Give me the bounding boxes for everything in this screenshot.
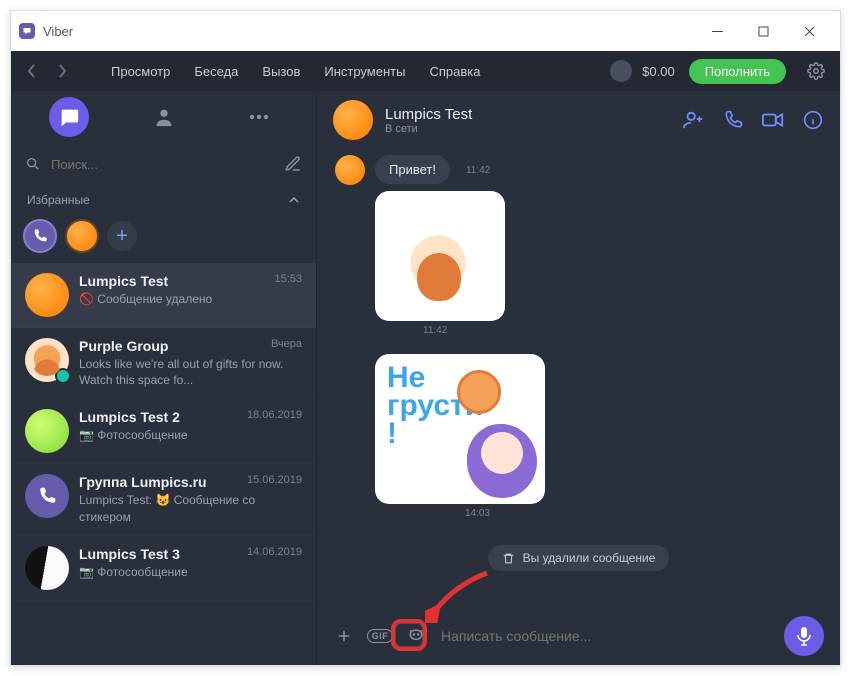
chat-title: Lumpics Test [385,106,670,123]
chat-item-name: Lumpics Test 2 [79,409,180,425]
window-maximize-button[interactable] [740,11,786,51]
chat-header: Lumpics Test В сети [317,91,840,149]
chat-item-avatar [25,273,69,317]
video-call-button[interactable] [762,109,784,131]
chat-info-button[interactable] [802,109,824,131]
chat-header-avatar[interactable] [333,100,373,140]
app-window: Viber Просмотр Беседа Вызов Инструменты … [10,10,841,666]
message-input[interactable] [441,628,770,644]
chat-item-time: Вчера [271,338,302,354]
chat-item-name: Группа Lumpics.ru [79,474,207,490]
sidebar: Избранные + Lumpics Test 15:53 🚫 Сообщение… [11,91,316,665]
topup-button[interactable]: Пополнить [689,59,786,84]
chat-list-item[interactable]: Lumpics Test 15:53 🚫 Сообщение удалено [11,263,316,328]
chat-list-item[interactable]: Purple Group Вчера Looks like we're all ou… [11,328,316,399]
chat-item-time: 18.06.2019 [247,409,302,425]
sticker-cat-wave[interactable] [375,191,505,321]
menu-chat[interactable]: Беседа [184,58,248,85]
nav-back-button[interactable] [19,58,45,84]
chat-list: Lumpics Test 15:53 🚫 Сообщение удалено Purp… [11,263,316,665]
chat-item-name: Lumpics Test [79,273,168,289]
sticker-time: 11:42 [423,325,822,336]
chat-item-avatar [25,546,69,590]
chat-list-item[interactable]: Lumpics Test 2 18.06.2019 📷 Фотосообщение [11,399,316,464]
settings-button[interactable] [800,55,832,87]
chat-item-avatar [25,409,69,453]
bot-badge-icon [55,368,71,384]
profile-avatar[interactable] [610,60,632,82]
chat-status: В сети [385,123,670,135]
menu-tools[interactable]: Инструменты [314,58,415,85]
chat-item-name: Purple Group [79,338,168,354]
message-row: Привет! 11:42 [335,155,822,185]
menu-view[interactable]: Просмотр [101,58,180,85]
balance-label: $0.00 [642,64,675,79]
chat-item-preview: Lumpics Test: 😺 Сообщение со стикером [79,492,302,524]
sticker-button[interactable] [405,625,427,647]
compose-button[interactable] [284,155,302,173]
menubar: Просмотр Беседа Вызов Инструменты Справк… [11,51,840,91]
favorite-add-button[interactable]: + [107,221,137,251]
chat-pane: Lumpics Test В сети Привет! 11:42 [316,91,840,665]
search-input[interactable] [51,157,274,172]
chat-item-preview: 📷 Фотосообщение [79,564,302,580]
tab-chats[interactable] [49,97,89,137]
gif-button[interactable]: GIF [369,625,391,647]
favorite-lumpics[interactable] [65,219,99,253]
message-time: 11:42 [466,165,490,176]
sticker-time: 14:03 [465,508,822,519]
window-minimize-button[interactable] [694,11,740,51]
chat-item-preview: 📷 Фотосообщение [79,427,302,443]
composer: GIF [317,607,840,665]
window-close-button[interactable] [786,11,832,51]
chat-item-time: 15.06.2019 [247,474,302,490]
deleted-message-text: Вы удалили сообщение [523,551,656,565]
chat-item-time: 15:53 [274,273,302,289]
add-participant-button[interactable] [682,109,704,131]
trash-icon [502,552,515,565]
chat-item-avatar [25,474,69,518]
favorite-viber[interactable] [23,219,57,253]
tab-contacts[interactable] [144,97,184,137]
chat-list-item[interactable]: Группа Lumpics.ru 15.06.2019 Lumpics Test:… [11,464,316,535]
favorites-header[interactable]: Избранные [11,185,316,215]
chat-item-name: Lumpics Test 3 [79,546,180,562]
voice-message-button[interactable] [784,616,824,656]
chat-list-item[interactable]: Lumpics Test 3 14.06.2019 📷 Фотосообщение [11,536,316,601]
search-icon [25,156,41,172]
deleted-message-chip: Вы удалили сообщение [488,545,670,571]
titlebar: Viber [11,11,840,51]
chevron-up-icon [288,194,300,206]
message-avatar[interactable] [335,155,365,185]
main-split: Избранные + Lumpics Test 15:53 🚫 Сообщение… [11,91,840,665]
chat-item-avatar [25,338,69,382]
attach-button[interactable] [333,625,355,647]
window-title: Viber [43,24,73,39]
sticker-dont-be-sad[interactable]: Негрусти! [375,354,545,504]
messages-area[interactable]: Привет! 11:42 11:42 Негрусти! 14:03 [317,149,840,607]
chat-item-time: 14.06.2019 [247,546,302,562]
message-bubble: Привет! [375,155,450,184]
voice-call-button[interactable] [722,109,744,131]
tab-more[interactable] [239,97,279,137]
chat-item-preview: 🚫 Сообщение удалено [79,291,302,307]
viber-logo-icon [19,23,35,39]
menu-help[interactable]: Справка [419,58,490,85]
nav-forward-button[interactable] [49,58,75,84]
favorites-label: Избранные [27,193,90,207]
menu-call[interactable]: Вызов [252,58,310,85]
chat-item-preview: Looks like we're all out of gifts for no… [79,356,302,388]
